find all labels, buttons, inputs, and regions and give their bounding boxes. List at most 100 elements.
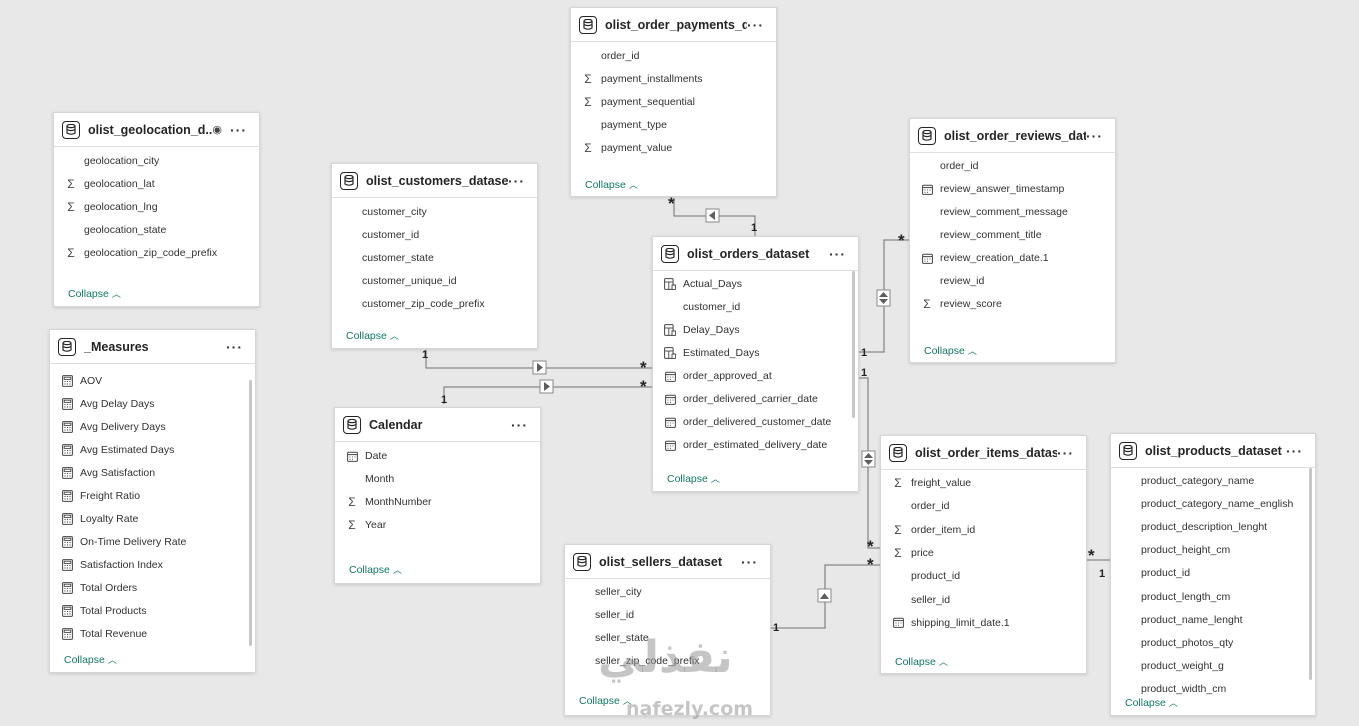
more-options-icon[interactable]: ··· [1057, 445, 1074, 461]
field-row[interactable]: seller_id [891, 590, 950, 610]
scrollbar[interactable] [249, 380, 252, 646]
model-view-canvas[interactable]: 1 * 1 * * 1 * 1 1 * * 1 * 1 olist_geoloc… [0, 0, 1359, 726]
field-row[interactable]: Avg Satisfaction [60, 463, 155, 483]
collapse-link[interactable]: Collapse ︿ [579, 694, 632, 707]
field-row[interactable]: product_category_name_english [1121, 494, 1293, 514]
field-row[interactable]: Avg Delay Days [60, 394, 155, 414]
table-card-measures[interactable]: _Measures ··· Collapse ︿ AOV Avg Delay Day… [49, 329, 256, 673]
field-row[interactable]: review_answer_timestamp [920, 179, 1064, 199]
field-row[interactable]: customer_id [342, 225, 419, 245]
field-row[interactable]: Estimated_Days [663, 343, 759, 363]
collapse-link[interactable]: Collapse ︿ [349, 563, 402, 576]
field-row[interactable]: customer_city [342, 202, 427, 222]
more-options-icon[interactable]: ··· [230, 122, 247, 138]
collapse-link[interactable]: Collapse ︿ [924, 344, 977, 357]
field-row[interactable]: Σpayment_value [581, 138, 672, 158]
table-header[interactable]: olist_sellers_dataset ··· [565, 545, 770, 579]
field-row[interactable]: Σfreight_value [891, 473, 971, 493]
table-header[interactable]: olist_order_items_dataset ··· [881, 436, 1086, 470]
field-row[interactable]: Avg Estimated Days [60, 440, 174, 460]
table-card-order-items[interactable]: olist_order_items_dataset ··· Collapse ︿ … [880, 435, 1087, 674]
table-header[interactable]: olist_orders_dataset ··· [653, 237, 858, 271]
field-row[interactable]: order_id [581, 46, 640, 66]
field-row[interactable]: Σreview_score [920, 294, 1002, 314]
field-row[interactable]: product_height_cm [1121, 540, 1230, 560]
field-row[interactable]: customer_unique_id [342, 271, 457, 291]
field-row[interactable]: order_delivered_carrier_date [663, 389, 818, 409]
field-row[interactable]: review_id [920, 271, 984, 291]
field-row[interactable]: product_name_lenght [1121, 610, 1243, 630]
table-card-calendar[interactable]: Calendar ··· Collapse ︿ Date Month Σ MonthNu… [334, 407, 541, 584]
field-row[interactable]: geolocation_state [64, 220, 166, 240]
field-row[interactable]: Month [345, 469, 394, 489]
field-row[interactable]: product_photos_qty [1121, 633, 1233, 653]
more-options-icon[interactable]: ··· [1086, 128, 1103, 144]
field-row[interactable]: customer_id [663, 297, 740, 317]
field-row[interactable]: Σorder_item_id [891, 520, 975, 540]
field-row[interactable]: geolocation_city [64, 151, 159, 171]
table-card-order-payments[interactable]: olist_order_payments_d... ··· Collapse ︿ … [570, 7, 777, 197]
field-row[interactable]: Delay_Days [663, 320, 740, 340]
collapse-link[interactable]: Collapse ︿ [68, 287, 121, 300]
collapse-link[interactable]: Collapse ︿ [895, 655, 948, 668]
field-row[interactable]: customer_state [342, 248, 434, 268]
more-options-icon[interactable]: ··· [747, 17, 764, 33]
table-card-products[interactable]: olist_products_dataset ··· Collapse ︿ pro… [1110, 433, 1316, 716]
field-row[interactable]: review_comment_message [920, 202, 1068, 222]
field-row[interactable]: Σgeolocation_lng [64, 197, 157, 217]
field-row[interactable]: AOV [60, 371, 102, 391]
table-header[interactable]: _Measures ··· [50, 330, 255, 364]
field-row[interactable]: order_delivered_customer_date [663, 412, 831, 432]
field-row[interactable]: product_weight_g [1121, 656, 1224, 676]
field-row[interactable]: product_id [1121, 563, 1190, 583]
more-options-icon[interactable]: ··· [511, 417, 528, 433]
field-row[interactable]: order_estimated_delivery_date [663, 435, 827, 455]
field-row[interactable]: seller_city [575, 582, 642, 602]
table-card-order-reviews[interactable]: olist_order_reviews_dat... ··· Collapse ︿… [909, 118, 1116, 363]
field-row[interactable]: Total Orders [60, 578, 137, 598]
field-row[interactable]: review_creation_date.1 [920, 248, 1049, 268]
field-row[interactable]: Σpayment_installments [581, 69, 702, 89]
field-row[interactable]: Avg Delivery Days [60, 417, 166, 437]
more-options-icon[interactable]: ··· [741, 554, 758, 570]
field-row[interactable]: Σgeolocation_lat [64, 174, 154, 194]
field-row[interactable]: Σ Year [345, 515, 386, 535]
field-row[interactable]: Σprice [891, 543, 933, 563]
field-row[interactable]: Actual_Days [663, 274, 742, 294]
field-row[interactable]: On-Time Delivery Rate [60, 532, 186, 552]
field-row[interactable]: payment_type [581, 115, 667, 135]
table-header[interactable]: olist_order_reviews_dat... ··· [910, 119, 1115, 153]
field-row[interactable]: Loyalty Rate [60, 509, 138, 529]
more-options-icon[interactable]: ··· [829, 246, 846, 262]
field-row[interactable]: product_category_name [1121, 471, 1254, 491]
eye-visibility-icon[interactable]: ◉ [212, 123, 222, 136]
table-card-geolocation[interactable]: olist_geolocation_d... ◉ ··· Collapse ︿ g… [53, 112, 260, 307]
field-row[interactable]: order_id [891, 496, 950, 516]
field-row[interactable]: product_description_lenght [1121, 517, 1267, 537]
table-card-customers[interactable]: olist_customers_dataset ··· Collapse ︿ cu… [331, 163, 538, 349]
field-row[interactable]: shipping_limit_date.1 [891, 613, 1010, 633]
collapse-link[interactable]: Collapse ︿ [64, 653, 117, 666]
field-row[interactable]: Total Revenue [60, 624, 147, 644]
scrollbar[interactable] [1309, 468, 1312, 680]
field-row[interactable]: seller_id [575, 605, 634, 625]
field-row[interactable]: Σ MonthNumber [345, 492, 431, 512]
field-row[interactable]: review_comment_title [920, 225, 1042, 245]
field-row[interactable]: Σpayment_sequential [581, 92, 695, 112]
field-row[interactable]: Freight Ratio [60, 486, 140, 506]
table-header[interactable]: olist_geolocation_d... ◉ ··· [54, 113, 259, 147]
collapse-link[interactable]: Collapse ︿ [346, 329, 399, 342]
table-header[interactable]: olist_products_dataset ··· [1111, 434, 1315, 468]
field-row[interactable]: Satisfaction Index [60, 555, 163, 575]
field-row[interactable]: order_id [920, 156, 979, 176]
table-card-sellers[interactable]: olist_sellers_dataset ··· Collapse ︿ sell… [564, 544, 771, 716]
field-row[interactable]: order_approved_at [663, 366, 772, 386]
field-row[interactable]: product_length_cm [1121, 587, 1230, 607]
field-row[interactable]: customer_zip_code_prefix [342, 294, 485, 314]
table-header[interactable]: olist_customers_dataset ··· [332, 164, 537, 198]
field-row[interactable]: product_id [891, 566, 960, 586]
field-row[interactable]: product_width_cm [1121, 679, 1226, 699]
more-options-icon[interactable]: ··· [226, 339, 243, 355]
table-header[interactable]: Calendar ··· [335, 408, 540, 442]
collapse-link[interactable]: Collapse ︿ [585, 178, 638, 191]
